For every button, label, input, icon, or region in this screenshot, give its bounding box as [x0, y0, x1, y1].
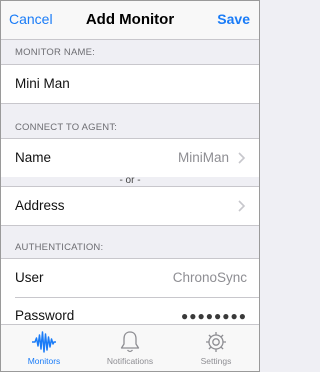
agent-address-row[interactable]: Address [1, 187, 259, 225]
authentication-header: AUTHENTICATION: [15, 242, 104, 253]
gear-icon [206, 332, 226, 352]
password-label: Password [15, 308, 75, 323]
tab-settings[interactable]: Settings [173, 325, 259, 371]
monitor-name-field[interactable]: Mini Man [1, 65, 259, 103]
or-divider: - or - [119, 175, 141, 186]
tab-settings-label: Settings [200, 356, 232, 366]
password-value[interactable]: ●●●●●●●● [181, 309, 247, 323]
agent-name-label: Name [15, 150, 52, 165]
user-value[interactable]: ChronoSync [173, 270, 247, 285]
user-row[interactable]: User ChronoSync [1, 259, 259, 297]
tab-notifications-label: Notifications [106, 356, 154, 366]
tab-monitors-label: Monitors [27, 356, 61, 366]
tab-notifications[interactable]: Notifications [87, 325, 173, 371]
agent-address-group: Address [1, 186, 259, 226]
monitor-name-group: Mini Man [1, 64, 259, 104]
user-label: User [15, 270, 44, 285]
agent-name-group: Name MiniMan [1, 138, 259, 177]
agent-name-value: MiniMan [177, 150, 229, 165]
chevron-right-icon [238, 200, 246, 212]
tab-monitors[interactable]: Monitors [1, 325, 87, 371]
add-monitor-screen: Cancel Add Monitor Save MONITOR NAME: Mi… [0, 0, 260, 372]
connect-to-agent-header: CONNECT TO AGENT: [15, 122, 118, 133]
monitor-name-header: MONITOR NAME: [15, 47, 96, 58]
nav-bar: Cancel Add Monitor Save [1, 1, 259, 40]
agent-name-row[interactable]: Name MiniMan [1, 139, 259, 177]
bell-icon [120, 331, 140, 353]
monitor-name-value[interactable]: Mini Man [15, 76, 70, 91]
agent-address-label: Address [15, 198, 65, 213]
save-button[interactable]: Save [217, 11, 250, 27]
chevron-right-icon [238, 152, 246, 164]
tab-bar: Monitors Notifications Settings [1, 324, 259, 371]
waveform-icon [32, 331, 56, 353]
